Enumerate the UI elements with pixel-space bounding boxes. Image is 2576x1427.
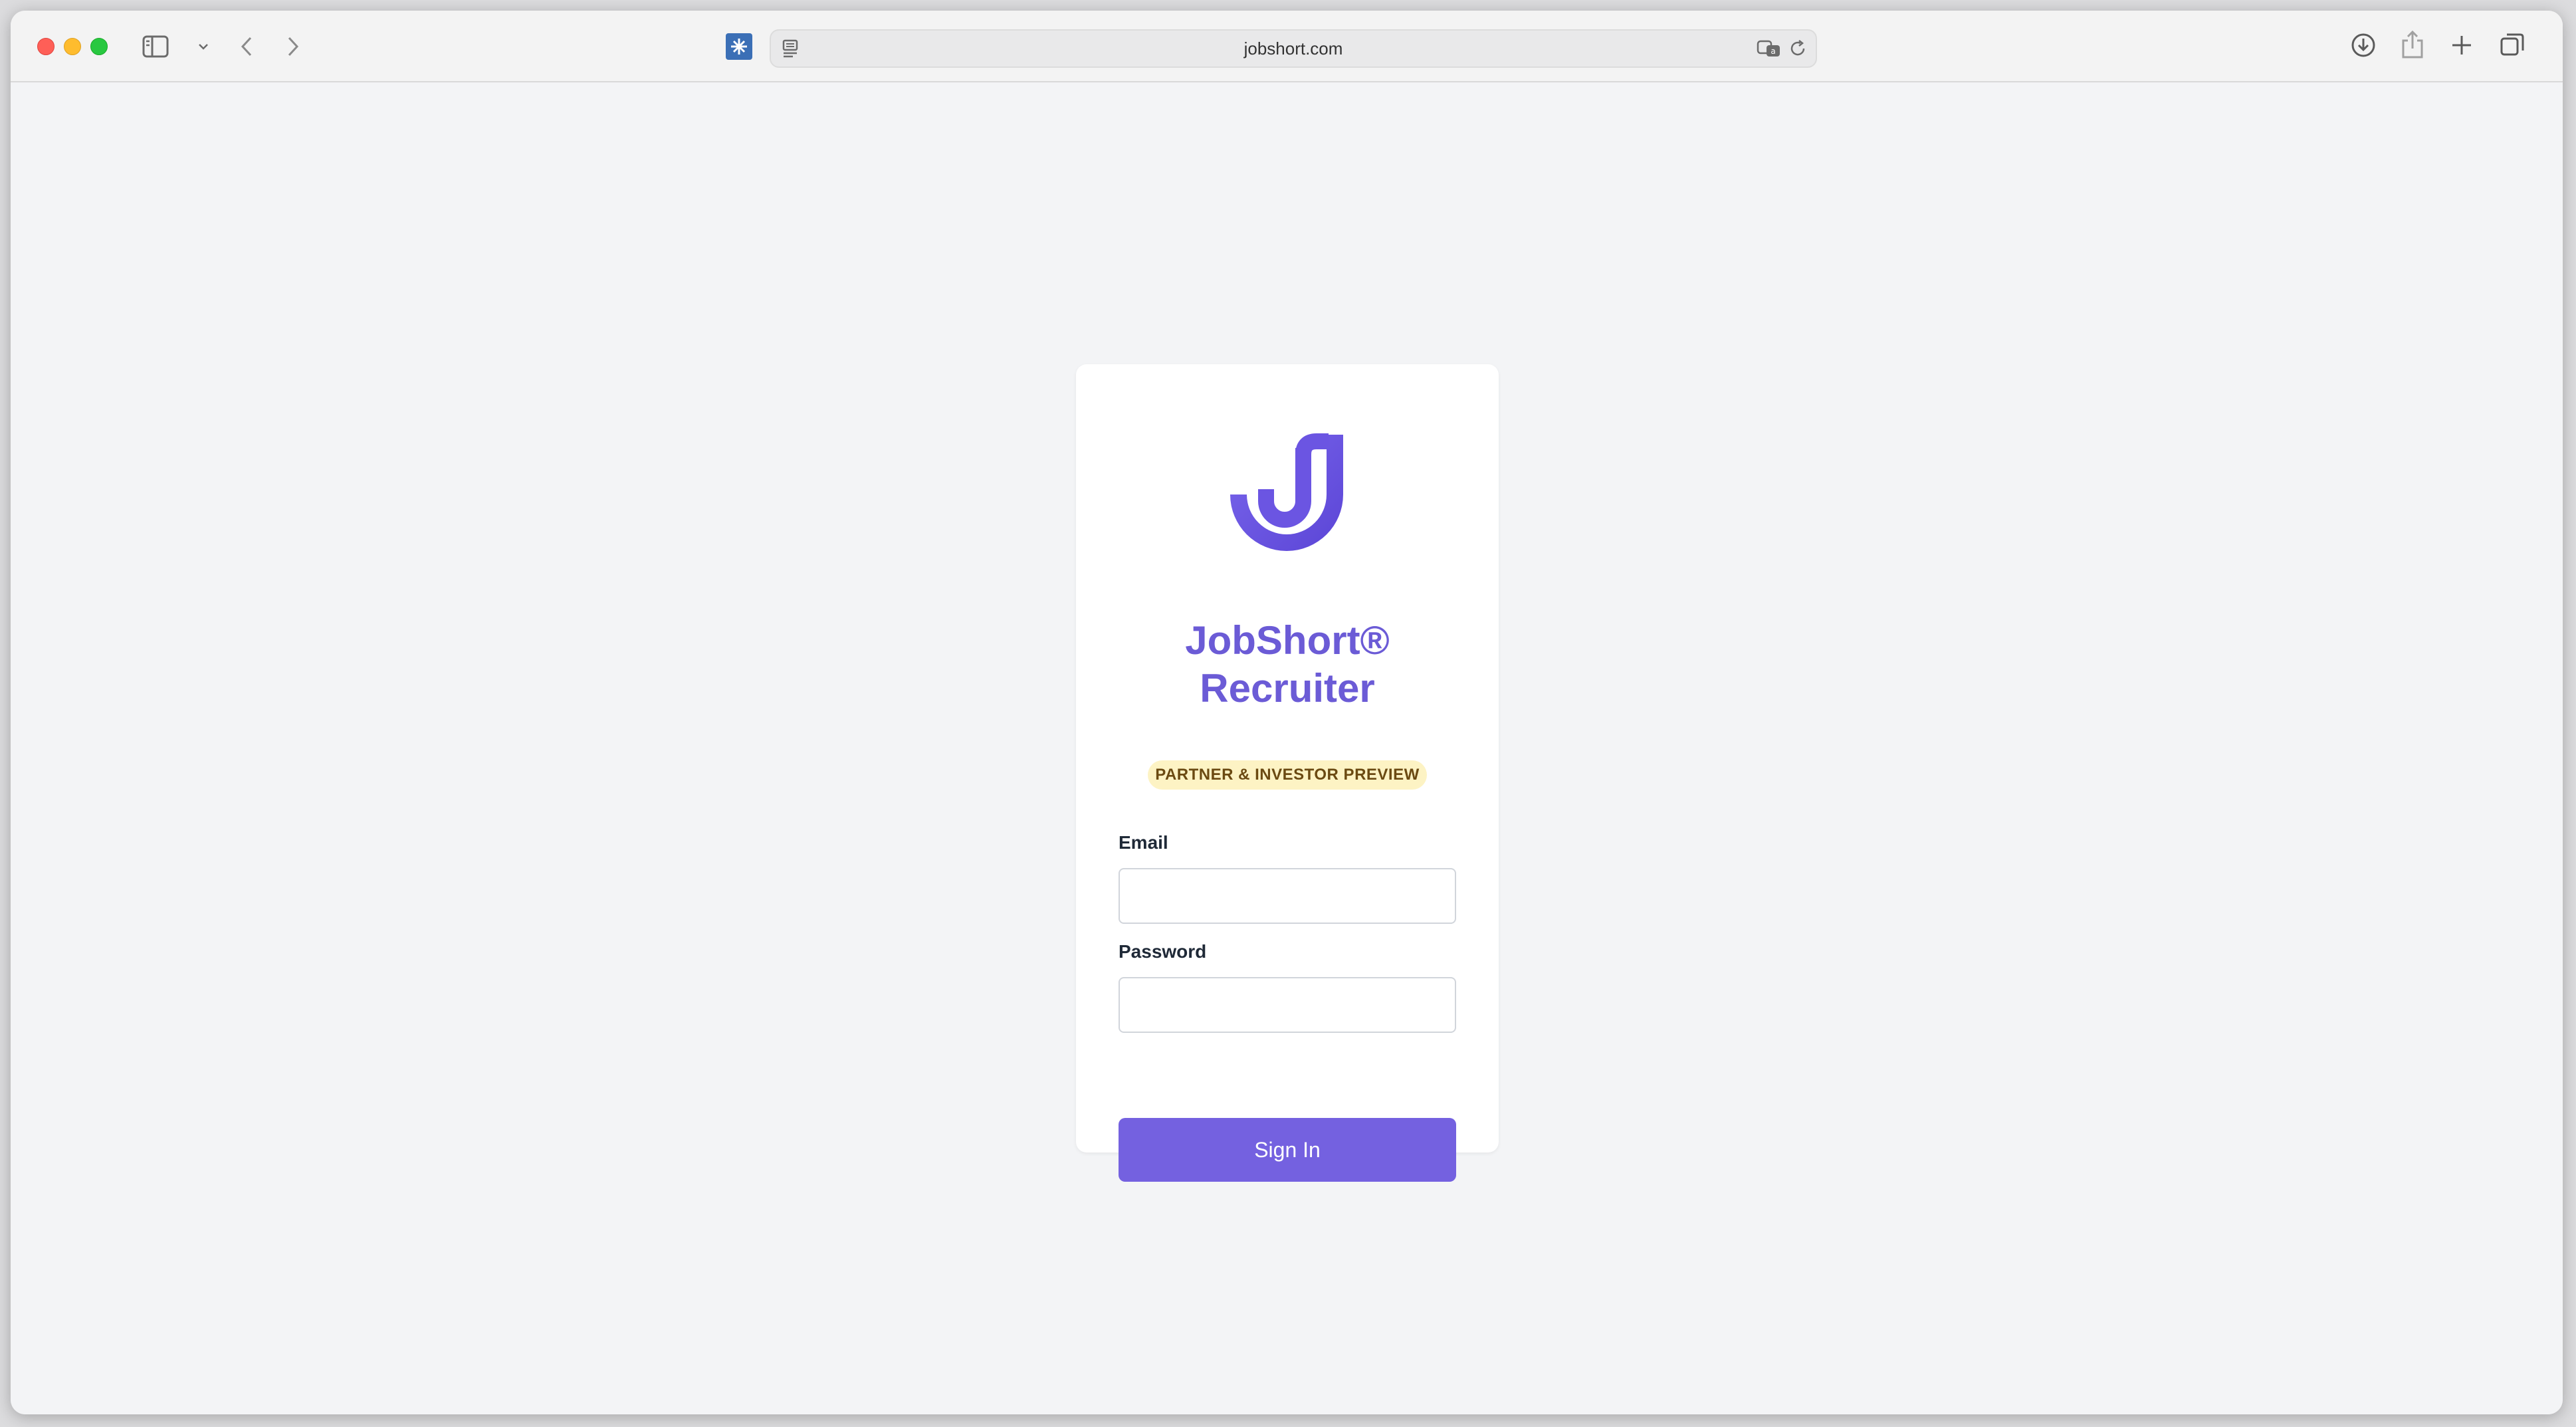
browser-toolbar: jobshort.com a: [11, 11, 2563, 82]
chevron-right-icon[interactable]: [283, 35, 303, 58]
chevron-down-icon[interactable]: [197, 40, 210, 53]
page-content: JobShort® Recruiter PARTNER & INVESTOR P…: [11, 82, 2563, 1414]
preview-badge: PARTNER & INVESTOR PREVIEW: [1148, 760, 1427, 790]
plus-icon[interactable]: [2448, 32, 2475, 58]
email-field[interactable]: [1119, 868, 1456, 924]
sidebar-icon[interactable]: [141, 33, 170, 60]
maximize-window-button[interactable]: [90, 38, 108, 55]
password-field[interactable]: [1119, 977, 1456, 1033]
app-title-line2: Recruiter: [1200, 666, 1375, 711]
share-icon[interactable]: [2399, 29, 2426, 60]
browser-window: jobshort.com a JobShort® Recruiter PARTN…: [11, 11, 2563, 1414]
password-label: Password: [1119, 941, 1207, 962]
minimize-window-button[interactable]: [64, 38, 81, 55]
svg-text:a: a: [1771, 47, 1775, 56]
email-label: Email: [1119, 832, 1168, 853]
address-bar[interactable]: jobshort.com a: [770, 29, 1817, 68]
close-window-button[interactable]: [37, 38, 54, 55]
app-title-line1: JobShort®: [1185, 618, 1390, 663]
translate-icon[interactable]: a: [1756, 39, 1782, 58]
tabs-overview-icon[interactable]: [2498, 31, 2527, 60]
app-title: JobShort® Recruiter: [1076, 617, 1499, 713]
extension-icon[interactable]: [726, 33, 752, 60]
chevron-left-icon[interactable]: [237, 35, 257, 58]
url-text[interactable]: jobshort.com: [771, 31, 1816, 66]
sign-in-button[interactable]: Sign In: [1119, 1118, 1456, 1182]
jobshort-logo-icon: [1224, 428, 1350, 561]
reload-icon[interactable]: [1788, 39, 1808, 58]
login-card: JobShort® Recruiter PARTNER & INVESTOR P…: [1076, 364, 1499, 1182]
download-icon[interactable]: [2349, 31, 2378, 60]
